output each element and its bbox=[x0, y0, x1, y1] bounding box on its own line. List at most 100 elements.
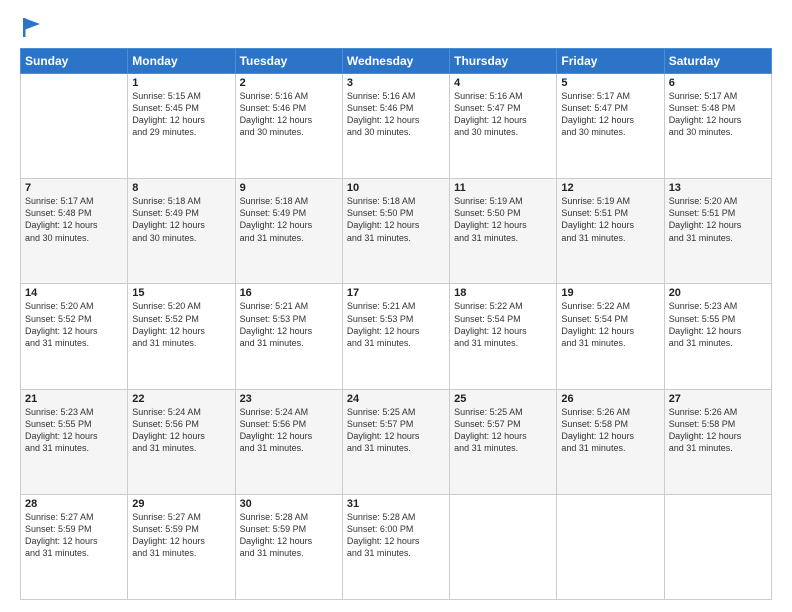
calendar-cell: 17Sunrise: 5:21 AM Sunset: 5:53 PM Dayli… bbox=[342, 284, 449, 389]
day-details: Sunrise: 5:21 AM Sunset: 5:53 PM Dayligh… bbox=[347, 300, 445, 349]
calendar-cell: 10Sunrise: 5:18 AM Sunset: 5:50 PM Dayli… bbox=[342, 179, 449, 284]
calendar-week-row: 21Sunrise: 5:23 AM Sunset: 5:55 PM Dayli… bbox=[21, 389, 772, 494]
calendar-cell: 7Sunrise: 5:17 AM Sunset: 5:48 PM Daylig… bbox=[21, 179, 128, 284]
calendar-cell: 28Sunrise: 5:27 AM Sunset: 5:59 PM Dayli… bbox=[21, 494, 128, 599]
day-number: 14 bbox=[25, 287, 123, 299]
day-number: 9 bbox=[240, 182, 338, 194]
day-details: Sunrise: 5:27 AM Sunset: 5:59 PM Dayligh… bbox=[132, 511, 230, 560]
day-details: Sunrise: 5:17 AM Sunset: 5:48 PM Dayligh… bbox=[669, 90, 767, 139]
day-details: Sunrise: 5:20 AM Sunset: 5:52 PM Dayligh… bbox=[132, 300, 230, 349]
calendar-cell: 1Sunrise: 5:15 AM Sunset: 5:45 PM Daylig… bbox=[128, 74, 235, 179]
page: SundayMondayTuesdayWednesdayThursdayFrid… bbox=[0, 0, 792, 612]
calendar-week-row: 28Sunrise: 5:27 AM Sunset: 5:59 PM Dayli… bbox=[21, 494, 772, 599]
day-details: Sunrise: 5:19 AM Sunset: 5:51 PM Dayligh… bbox=[561, 195, 659, 244]
calendar-cell: 12Sunrise: 5:19 AM Sunset: 5:51 PM Dayli… bbox=[557, 179, 664, 284]
day-number: 26 bbox=[561, 393, 659, 405]
day-details: Sunrise: 5:25 AM Sunset: 5:57 PM Dayligh… bbox=[454, 406, 552, 455]
calendar-weekday-sunday: Sunday bbox=[21, 49, 128, 74]
day-number: 15 bbox=[132, 287, 230, 299]
calendar-cell: 9Sunrise: 5:18 AM Sunset: 5:49 PM Daylig… bbox=[235, 179, 342, 284]
calendar-cell: 31Sunrise: 5:28 AM Sunset: 6:00 PM Dayli… bbox=[342, 494, 449, 599]
day-number: 6 bbox=[669, 77, 767, 89]
calendar-cell: 16Sunrise: 5:21 AM Sunset: 5:53 PM Dayli… bbox=[235, 284, 342, 389]
day-details: Sunrise: 5:18 AM Sunset: 5:49 PM Dayligh… bbox=[240, 195, 338, 244]
day-details: Sunrise: 5:26 AM Sunset: 5:58 PM Dayligh… bbox=[669, 406, 767, 455]
day-details: Sunrise: 5:25 AM Sunset: 5:57 PM Dayligh… bbox=[347, 406, 445, 455]
calendar-cell bbox=[664, 494, 771, 599]
day-number: 12 bbox=[561, 182, 659, 194]
calendar-weekday-wednesday: Wednesday bbox=[342, 49, 449, 74]
day-number: 21 bbox=[25, 393, 123, 405]
calendar-header-row: SundayMondayTuesdayWednesdayThursdayFrid… bbox=[21, 49, 772, 74]
calendar-cell: 29Sunrise: 5:27 AM Sunset: 5:59 PM Dayli… bbox=[128, 494, 235, 599]
calendar-cell: 13Sunrise: 5:20 AM Sunset: 5:51 PM Dayli… bbox=[664, 179, 771, 284]
calendar-weekday-friday: Friday bbox=[557, 49, 664, 74]
day-details: Sunrise: 5:22 AM Sunset: 5:54 PM Dayligh… bbox=[561, 300, 659, 349]
day-details: Sunrise: 5:28 AM Sunset: 5:59 PM Dayligh… bbox=[240, 511, 338, 560]
calendar-cell: 8Sunrise: 5:18 AM Sunset: 5:49 PM Daylig… bbox=[128, 179, 235, 284]
calendar-cell: 5Sunrise: 5:17 AM Sunset: 5:47 PM Daylig… bbox=[557, 74, 664, 179]
day-details: Sunrise: 5:23 AM Sunset: 5:55 PM Dayligh… bbox=[25, 406, 123, 455]
day-details: Sunrise: 5:16 AM Sunset: 5:46 PM Dayligh… bbox=[240, 90, 338, 139]
day-number: 30 bbox=[240, 498, 338, 510]
day-number: 4 bbox=[454, 77, 552, 89]
day-number: 18 bbox=[454, 287, 552, 299]
day-number: 31 bbox=[347, 498, 445, 510]
calendar-cell: 18Sunrise: 5:22 AM Sunset: 5:54 PM Dayli… bbox=[450, 284, 557, 389]
calendar-cell: 19Sunrise: 5:22 AM Sunset: 5:54 PM Dayli… bbox=[557, 284, 664, 389]
day-number: 29 bbox=[132, 498, 230, 510]
day-number: 23 bbox=[240, 393, 338, 405]
calendar-cell: 6Sunrise: 5:17 AM Sunset: 5:48 PM Daylig… bbox=[664, 74, 771, 179]
logo-icon bbox=[22, 16, 42, 38]
day-number: 17 bbox=[347, 287, 445, 299]
calendar-cell: 11Sunrise: 5:19 AM Sunset: 5:50 PM Dayli… bbox=[450, 179, 557, 284]
day-number: 19 bbox=[561, 287, 659, 299]
calendar-cell: 3Sunrise: 5:16 AM Sunset: 5:46 PM Daylig… bbox=[342, 74, 449, 179]
calendar-table: SundayMondayTuesdayWednesdayThursdayFrid… bbox=[20, 48, 772, 600]
day-number: 22 bbox=[132, 393, 230, 405]
day-details: Sunrise: 5:18 AM Sunset: 5:49 PM Dayligh… bbox=[132, 195, 230, 244]
day-details: Sunrise: 5:22 AM Sunset: 5:54 PM Dayligh… bbox=[454, 300, 552, 349]
day-number: 3 bbox=[347, 77, 445, 89]
day-number: 1 bbox=[132, 77, 230, 89]
calendar-cell: 15Sunrise: 5:20 AM Sunset: 5:52 PM Dayli… bbox=[128, 284, 235, 389]
calendar-weekday-thursday: Thursday bbox=[450, 49, 557, 74]
calendar-cell bbox=[450, 494, 557, 599]
calendar-cell: 25Sunrise: 5:25 AM Sunset: 5:57 PM Dayli… bbox=[450, 389, 557, 494]
day-number: 24 bbox=[347, 393, 445, 405]
day-number: 28 bbox=[25, 498, 123, 510]
calendar-cell bbox=[21, 74, 128, 179]
header bbox=[20, 18, 772, 38]
day-details: Sunrise: 5:26 AM Sunset: 5:58 PM Dayligh… bbox=[561, 406, 659, 455]
day-number: 13 bbox=[669, 182, 767, 194]
calendar-cell bbox=[557, 494, 664, 599]
calendar-cell: 27Sunrise: 5:26 AM Sunset: 5:58 PM Dayli… bbox=[664, 389, 771, 494]
day-number: 8 bbox=[132, 182, 230, 194]
day-details: Sunrise: 5:17 AM Sunset: 5:47 PM Dayligh… bbox=[561, 90, 659, 139]
calendar-cell: 24Sunrise: 5:25 AM Sunset: 5:57 PM Dayli… bbox=[342, 389, 449, 494]
calendar-week-row: 7Sunrise: 5:17 AM Sunset: 5:48 PM Daylig… bbox=[21, 179, 772, 284]
logo bbox=[20, 18, 42, 38]
day-details: Sunrise: 5:17 AM Sunset: 5:48 PM Dayligh… bbox=[25, 195, 123, 244]
calendar-cell: 30Sunrise: 5:28 AM Sunset: 5:59 PM Dayli… bbox=[235, 494, 342, 599]
calendar-weekday-tuesday: Tuesday bbox=[235, 49, 342, 74]
day-number: 10 bbox=[347, 182, 445, 194]
day-details: Sunrise: 5:27 AM Sunset: 5:59 PM Dayligh… bbox=[25, 511, 123, 560]
day-details: Sunrise: 5:20 AM Sunset: 5:52 PM Dayligh… bbox=[25, 300, 123, 349]
day-details: Sunrise: 5:24 AM Sunset: 5:56 PM Dayligh… bbox=[240, 406, 338, 455]
day-details: Sunrise: 5:16 AM Sunset: 5:47 PM Dayligh… bbox=[454, 90, 552, 139]
calendar-weekday-saturday: Saturday bbox=[664, 49, 771, 74]
day-number: 7 bbox=[25, 182, 123, 194]
day-details: Sunrise: 5:15 AM Sunset: 5:45 PM Dayligh… bbox=[132, 90, 230, 139]
day-details: Sunrise: 5:20 AM Sunset: 5:51 PM Dayligh… bbox=[669, 195, 767, 244]
day-details: Sunrise: 5:19 AM Sunset: 5:50 PM Dayligh… bbox=[454, 195, 552, 244]
calendar-cell: 23Sunrise: 5:24 AM Sunset: 5:56 PM Dayli… bbox=[235, 389, 342, 494]
day-details: Sunrise: 5:28 AM Sunset: 6:00 PM Dayligh… bbox=[347, 511, 445, 560]
day-details: Sunrise: 5:23 AM Sunset: 5:55 PM Dayligh… bbox=[669, 300, 767, 349]
day-details: Sunrise: 5:21 AM Sunset: 5:53 PM Dayligh… bbox=[240, 300, 338, 349]
day-details: Sunrise: 5:24 AM Sunset: 5:56 PM Dayligh… bbox=[132, 406, 230, 455]
calendar-cell: 2Sunrise: 5:16 AM Sunset: 5:46 PM Daylig… bbox=[235, 74, 342, 179]
calendar-cell: 22Sunrise: 5:24 AM Sunset: 5:56 PM Dayli… bbox=[128, 389, 235, 494]
day-number: 2 bbox=[240, 77, 338, 89]
calendar-cell: 14Sunrise: 5:20 AM Sunset: 5:52 PM Dayli… bbox=[21, 284, 128, 389]
